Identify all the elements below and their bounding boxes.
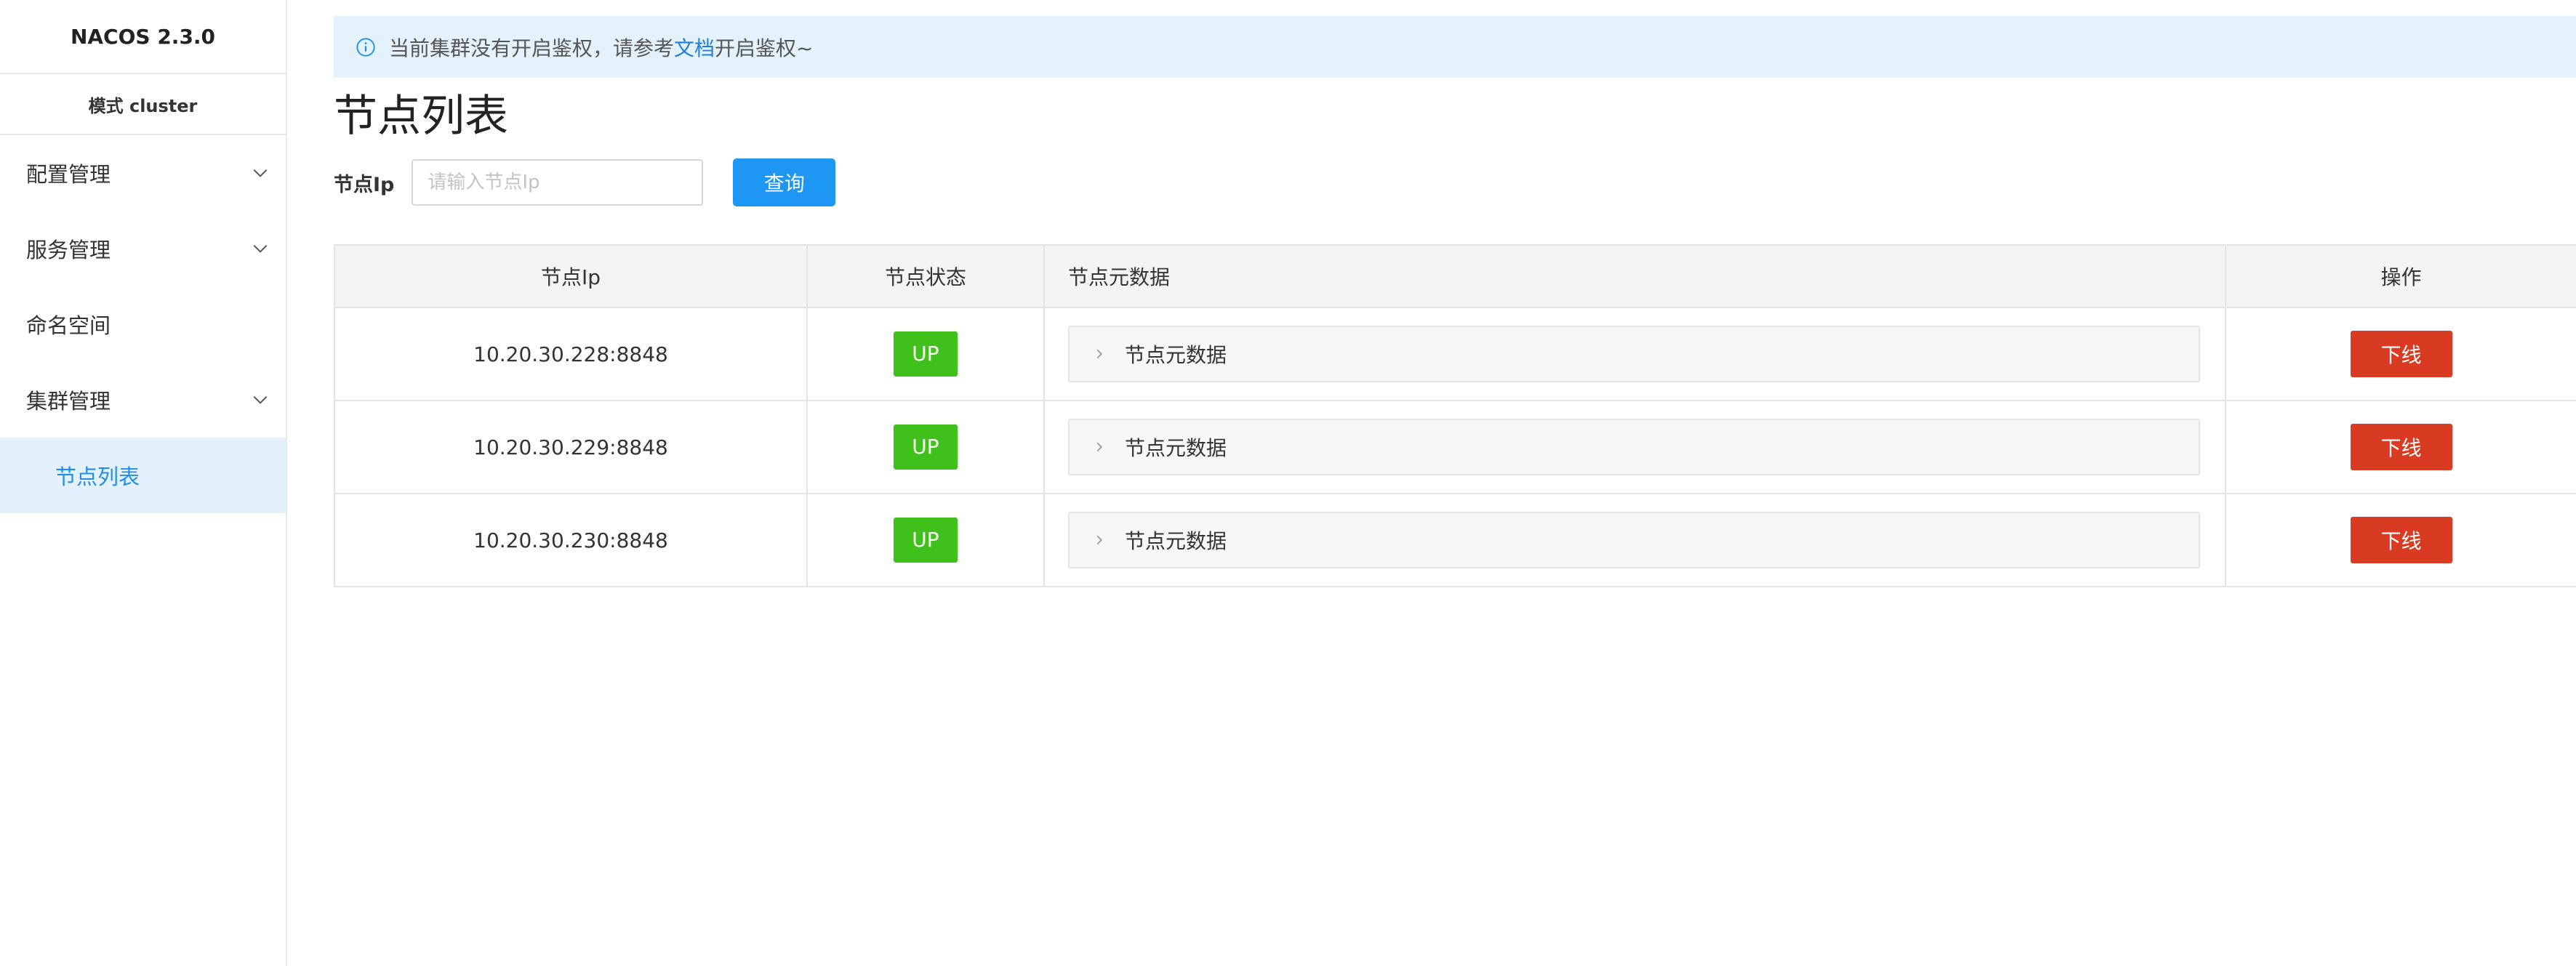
chevron-down-icon [253, 169, 268, 177]
offline-button[interactable]: 下线 [2350, 424, 2452, 470]
offline-button[interactable]: 下线 [2350, 331, 2452, 377]
notice-doc-link[interactable]: 文档 [674, 36, 715, 60]
table-row: 10.20.30.229:8848 UP 节点元数据 下线 [334, 400, 2576, 494]
brand-title: NACOS 2.3.0 [0, 0, 286, 74]
action-cell: 下线 [2225, 493, 2576, 587]
node-ip: 10.20.30.229:8848 [334, 400, 808, 494]
search-form: 节点Ip 查询 [334, 158, 836, 206]
chevron-down-icon [253, 244, 268, 253]
search-button[interactable]: 查询 [733, 158, 836, 206]
sidebar-item-label: 服务管理 [26, 238, 111, 262]
metadata-cell: 节点元数据 [1043, 400, 2226, 494]
metadata-cell: 节点元数据 [1043, 307, 2226, 401]
metadata-label: 节点元数据 [1125, 436, 1227, 460]
sidebar: NACOS 2.3.0 模式 cluster 配置管理 服务管理 命名空间 集群… [0, 0, 287, 966]
sidebar-item-label: 配置管理 [26, 162, 111, 187]
metadata-label: 节点元数据 [1125, 343, 1227, 367]
sidebar-item-service[interactable]: 服务管理 [0, 211, 286, 286]
status-badge: UP [894, 331, 958, 377]
search-label: 节点Ip [334, 173, 395, 196]
metadata-collapse[interactable]: 节点元数据 [1068, 512, 2200, 568]
table-row: 10.20.30.228:8848 UP 节点元数据 下线 [334, 307, 2576, 401]
sidebar-item-label: 命名空间 [26, 313, 111, 338]
metadata-collapse[interactable]: 节点元数据 [1068, 419, 2200, 475]
notice-suffix: 开启鉴权~ [715, 36, 814, 60]
caret-right-icon [1096, 535, 1103, 545]
chevron-down-icon [253, 395, 268, 404]
sidebar-item-cluster[interactable]: 集群管理 [0, 362, 286, 438]
node-ip: 10.20.30.230:8848 [334, 493, 808, 587]
auth-notice: 当前集群没有开启鉴权，请参考文档开启鉴权~ [334, 16, 2576, 78]
sidebar-item-namespace[interactable]: 命名空间 [0, 286, 286, 362]
main-content: 当前集群没有开启鉴权，请参考文档开启鉴权~ 节点列表 节点Ip 查询 节点Ip … [334, 0, 2576, 966]
table-row: 10.20.30.230:8848 UP 节点元数据 下线 [334, 493, 2576, 587]
notice-prefix: 当前集群没有开启鉴权，请参考 [389, 36, 675, 60]
notice-text: 当前集群没有开启鉴权，请参考文档开启鉴权~ [389, 33, 814, 62]
mode-label: 模式 cluster [0, 74, 286, 135]
action-cell: 下线 [2225, 307, 2576, 401]
sidebar-item-node-list[interactable]: 节点列表 [0, 438, 286, 513]
status-cell: UP [806, 493, 1045, 587]
status-badge: UP [894, 424, 958, 470]
column-header-ip: 节点Ip [334, 244, 808, 308]
metadata-label: 节点元数据 [1125, 529, 1227, 553]
info-icon [356, 37, 375, 57]
table-header-row: 节点Ip 节点状态 节点元数据 操作 [334, 244, 2576, 308]
page-title: 节点列表 [334, 91, 508, 142]
node-table: 节点Ip 节点状态 节点元数据 操作 10.20.30.228:8848 UP … [334, 244, 2576, 587]
metadata-cell: 节点元数据 [1043, 493, 2226, 587]
sidebar-item-label: 集群管理 [26, 389, 111, 414]
sidebar-item-label: 节点列表 [55, 464, 140, 489]
sidebar-item-config[interactable]: 配置管理 [0, 135, 286, 211]
action-cell: 下线 [2225, 400, 2576, 494]
status-cell: UP [806, 400, 1045, 494]
column-header-metadata: 节点元数据 [1043, 244, 2226, 308]
status-cell: UP [806, 307, 1045, 401]
node-ip-input[interactable] [412, 159, 704, 206]
caret-right-icon [1096, 442, 1103, 452]
column-header-action: 操作 [2225, 244, 2576, 308]
column-header-status: 节点状态 [806, 244, 1045, 308]
node-ip: 10.20.30.228:8848 [334, 307, 808, 401]
offline-button[interactable]: 下线 [2350, 517, 2452, 563]
status-badge: UP [894, 518, 958, 563]
caret-right-icon [1096, 349, 1103, 359]
metadata-collapse[interactable]: 节点元数据 [1068, 326, 2200, 382]
